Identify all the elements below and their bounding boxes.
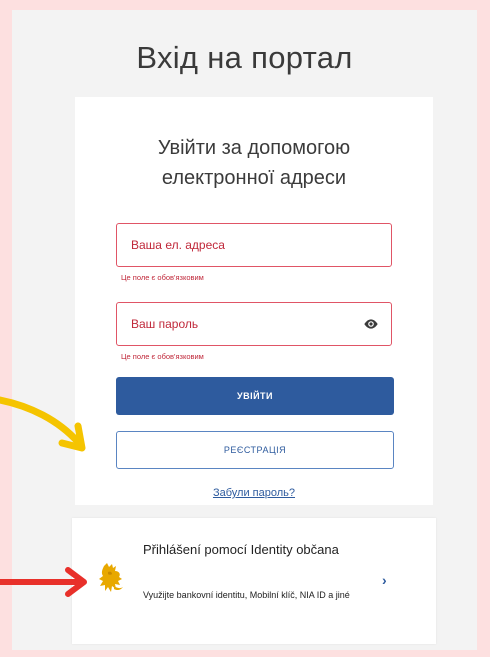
email-error: Це поле є обов'язковим	[121, 273, 204, 282]
register-button[interactable]: РЕЄСТРАЦІЯ	[116, 431, 394, 469]
identity-title: Přihlášení pomocí Identity občana	[143, 542, 339, 557]
chevron-right-icon[interactable]: ›	[382, 572, 387, 588]
eye-icon[interactable]	[363, 316, 379, 332]
page-title: Вхід на портал	[136, 40, 353, 75]
red-arrow-icon	[0, 567, 87, 597]
identity-login-card[interactable]: Přihlášení pomocí Identity občana Využij…	[72, 518, 436, 644]
login-button[interactable]: УВІЙТИ	[116, 377, 394, 415]
login-subtitle-line2: електронної адреси	[161, 167, 347, 189]
login-subtitle: Увійти за допомогою електронної адреси	[75, 133, 433, 193]
yellow-arrow-icon	[0, 396, 86, 452]
login-card: Увійти за допомогою електронної адреси Ц…	[75, 97, 433, 505]
login-subtitle-line1: Увійти за допомогою	[157, 137, 351, 159]
password-input[interactable]	[117, 303, 351, 345]
email-input[interactable]	[117, 224, 351, 266]
czech-lion-icon	[99, 563, 123, 592]
password-field[interactable]	[116, 302, 392, 346]
identity-description: Využijte bankovní identitu, Mobilní klíč…	[143, 590, 350, 600]
password-error: Це поле є обов'язковим	[121, 352, 204, 361]
forgot-password-link[interactable]: Забули пароль?	[75, 487, 433, 499]
email-field[interactable]	[116, 223, 392, 267]
